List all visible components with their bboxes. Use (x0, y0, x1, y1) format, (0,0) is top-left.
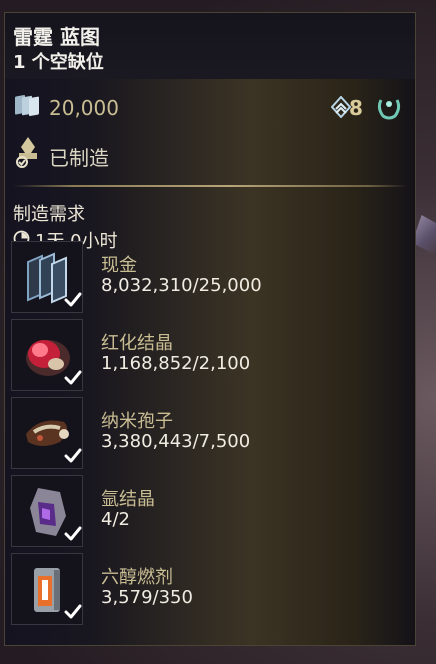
blueprint-title: 雷霆 蓝图 (13, 25, 100, 49)
credits-cost-value: 20,000 (49, 96, 119, 120)
requirement-item[interactable]: 红化结晶 1,168,852/2,100 (11, 319, 391, 393)
requirement-item[interactable]: 纳米孢子 3,380,443/7,500 (11, 397, 391, 471)
item-slot (11, 319, 83, 391)
requirement-item[interactable]: 六醇燃剂 3,579/350 (11, 553, 391, 627)
item-count: 3,380,443/7,500 (101, 431, 251, 452)
item-slot (11, 397, 83, 469)
credits-icon (15, 95, 39, 117)
mastery-rank-value: 8 (349, 96, 363, 120)
crafted-label: 已制造 (49, 146, 109, 170)
wreath-icon (377, 99, 401, 120)
foundry-icon (16, 137, 37, 168)
blueprint-tooltip-panel: 雷霆 蓝图 1 个空缺位 20,000 8 已制造 制造需求 0小时 现金 8,… (4, 12, 416, 646)
check-icon (64, 604, 82, 619)
item-count: 3,579/350 (101, 587, 193, 608)
item-name: 纳米孢子 (101, 411, 173, 432)
item-slot (11, 553, 83, 625)
check-icon (64, 448, 82, 463)
item-name: 六醇燃剂 (101, 567, 173, 588)
requirements-heading: 制造需求 (13, 204, 85, 225)
item-name: 现金 (101, 255, 137, 276)
item-slot (11, 475, 83, 547)
requirement-item[interactable]: 现金 8,032,310/25,000 (11, 241, 391, 315)
mastery-rank-icon (331, 96, 351, 118)
requirement-item[interactable]: 氩结晶 4/2 (11, 475, 391, 549)
blueprint-slots: 1 个空缺位 (13, 52, 104, 73)
check-icon (64, 526, 82, 541)
item-slot (11, 241, 83, 313)
item-count: 8,032,310/25,000 (101, 275, 262, 296)
item-name: 氩结晶 (101, 489, 155, 510)
check-icon (64, 292, 82, 307)
check-icon (64, 370, 82, 385)
section-divider (13, 185, 407, 187)
item-count: 1,168,852/2,100 (101, 353, 251, 374)
item-count: 4/2 (101, 509, 130, 530)
item-name: 红化结晶 (101, 333, 173, 354)
